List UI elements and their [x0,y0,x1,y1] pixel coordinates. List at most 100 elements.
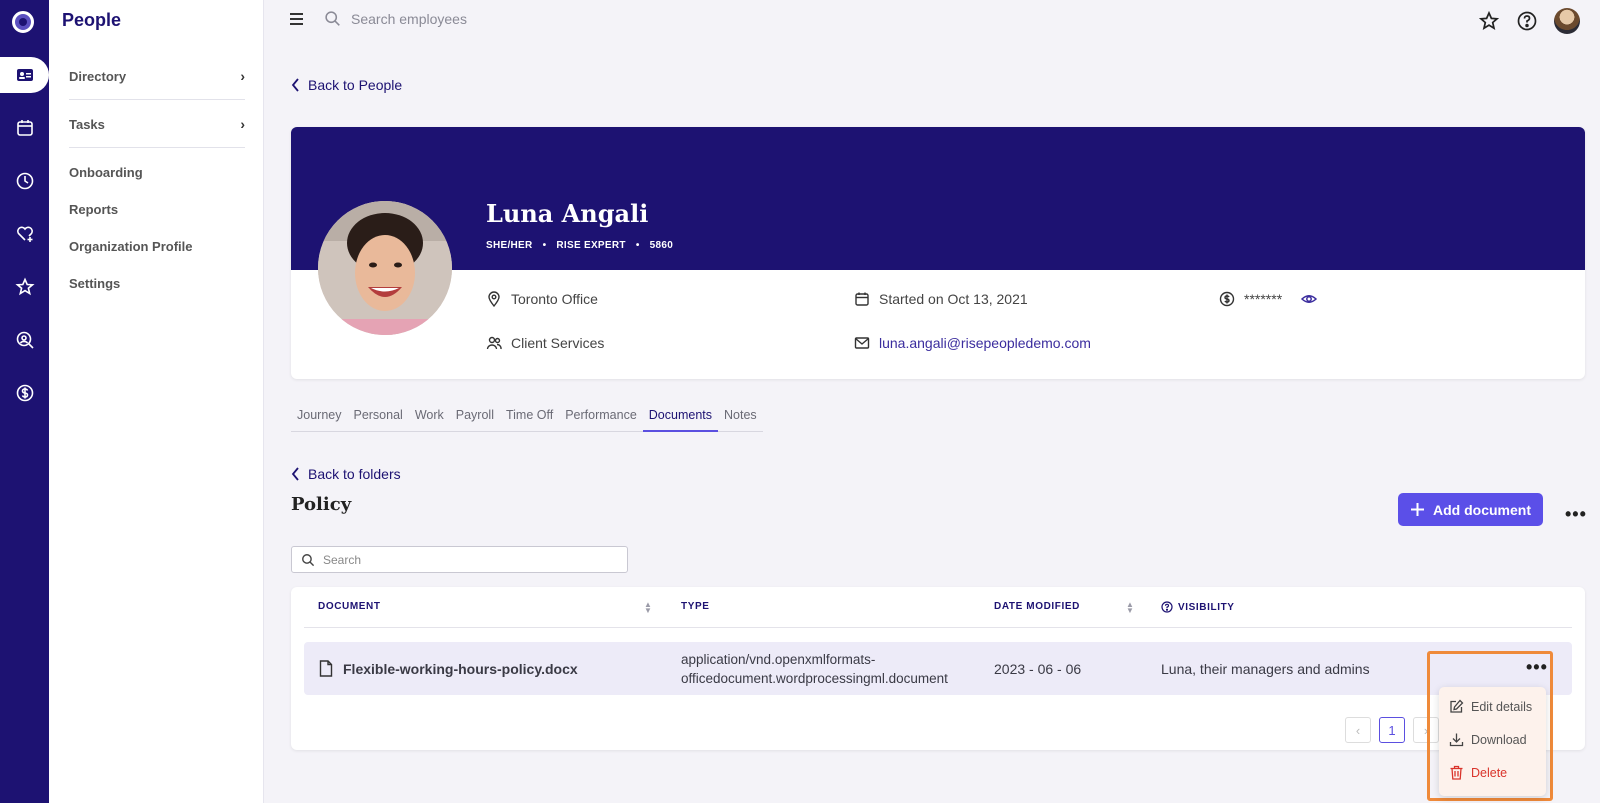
tab-payroll[interactable]: Payroll [450,404,500,431]
employee-name: Luna Angali [486,199,649,228]
document-visibility: Luna, their managers and admins [1161,661,1370,677]
email-info[interactable]: luna.angali@risepeopledemo.com [854,335,1091,351]
sidebar-item-label: Organization Profile [69,238,193,254]
employee-search[interactable]: Search employees [324,10,467,27]
sidebar-item-tasks[interactable]: Tasks › [69,104,245,144]
profile-card: Luna Angali SHE/HER • RISE EXPERT • 5860… [291,127,1585,379]
divider [304,627,1572,628]
profile-photo [318,201,452,335]
document-name[interactable]: Flexible-working-hours-policy.docx [343,661,578,677]
sidebar-item-settings[interactable]: Settings [69,263,245,303]
calendar-icon[interactable] [0,110,49,146]
help-icon[interactable] [1516,10,1538,32]
contact-card-icon[interactable] [0,57,49,93]
sidebar-item-label: Reports [69,201,119,217]
menu-item-label: Edit details [1471,699,1533,714]
sidebar-item-directory[interactable]: Directory › [69,56,245,96]
column-header-document[interactable]: DOCUMENT [318,601,381,612]
document-search[interactable]: Search [291,546,628,573]
clock-icon[interactable] [0,163,49,199]
salary-masked: ******* [1244,291,1283,307]
menu-item-download[interactable]: Download [1449,732,1527,747]
document-search-input[interactable]: Search [323,553,361,567]
sidebar-item-reports[interactable]: Reports [69,189,245,229]
heart-plus-icon[interactable] [0,216,49,252]
column-header-label: DOCUMENT [318,601,381,612]
pagination: ‹ 1 › [1345,717,1439,743]
calendar-small-icon [855,292,869,306]
question-circle-icon [1161,601,1173,613]
column-header-label: TYPE [681,601,710,612]
tab-notes[interactable]: Notes [718,404,763,431]
sidebar-item-label: Onboarding [69,164,143,180]
sidebar-item-organization-profile[interactable]: Organization Profile [69,226,245,266]
star-icon[interactable] [0,269,49,305]
logo-icon[interactable] [12,11,34,33]
divider [69,99,245,100]
dollar-icon[interactable] [0,375,49,411]
sidebar-item-label: Settings [69,275,121,291]
dollar-circle-icon [1219,291,1235,307]
menu-item-label: Delete [1471,765,1508,780]
sidebar-item-label: Tasks [69,116,105,132]
tab-journey[interactable]: Journey [291,404,347,431]
table-row[interactable]: Flexible-working-hours-policy.docx appli… [304,642,1572,695]
column-header-label: VISIBILITY [1178,601,1235,613]
pronouns: SHE/HER [486,240,533,251]
plus-icon [1411,503,1424,516]
trash-icon [1450,765,1463,780]
add-document-button[interactable]: Add document [1398,493,1543,526]
back-to-folders-link[interactable]: Back to folders [291,466,401,482]
employee-id: 5860 [649,240,674,251]
folder-more-icon[interactable]: ••• [1565,504,1587,525]
sidebar-title: People [62,10,122,30]
chevron-right-icon: › [240,116,245,132]
sort-icon[interactable]: ▲ ▼ [644,601,652,615]
eye-icon[interactable] [1301,291,1318,307]
file-icon [319,660,333,677]
row-more-icon[interactable]: ••• [1526,657,1548,678]
employee-meta: SHE/HER • RISE EXPERT • 5860 [486,240,673,251]
star-outline-icon[interactable] [1478,10,1500,32]
document-type: application/vnd.openxmlformats- officedo… [681,650,948,688]
location-info: Toronto Office [486,291,598,307]
sidebar-item-onboarding[interactable]: Onboarding [69,152,245,192]
tab-personal[interactable]: Personal [347,404,408,431]
avatar[interactable] [1554,8,1580,34]
documents-table: DOCUMENT ▲ ▼ TYPE DATE MODIFIED ▲ ▼ VISIBI… [291,587,1585,750]
department-info: Client Services [486,335,604,351]
sort-icon[interactable]: ▲ ▼ [1126,601,1134,615]
profile-tabs: Journey Personal Work Payroll Time Off P… [291,404,763,432]
sidebar-item-label: Directory [69,68,127,84]
column-header-visibility[interactable]: VISIBILITY [1161,601,1235,613]
location-icon [488,291,500,307]
job-title: RISE EXPERT [556,240,626,251]
divider [69,147,245,148]
search-input[interactable]: Search employees [351,11,467,27]
back-to-folders-label: Back to folders [308,466,401,482]
column-header-date-modified[interactable]: DATE MODIFIED [994,601,1080,612]
separator: • [635,240,640,251]
menu-item-edit-details[interactable]: Edit details [1449,699,1532,714]
add-document-label: Add document [1433,501,1531,518]
edit-icon [1450,699,1464,713]
back-to-people-label: Back to People [308,77,403,93]
column-header-label: DATE MODIFIED [994,601,1080,612]
menu-icon[interactable] [290,13,304,25]
tab-performance[interactable]: Performance [559,404,643,431]
chevron-left-icon [291,78,299,92]
back-to-people-link[interactable]: Back to People [291,77,402,93]
tab-work[interactable]: Work [409,404,450,431]
column-header-type[interactable]: TYPE [681,601,710,612]
page-button[interactable]: 1 [1379,717,1405,743]
tab-documents[interactable]: Documents [642,404,719,432]
document-type-line: application/vnd.openxmlformats- [681,652,876,667]
prev-page-button[interactable]: ‹ [1345,717,1371,743]
document-date: 2023 - 06 - 06 [994,661,1082,677]
salary-info: ******* [1219,291,1318,307]
sidebar: People Directory › Tasks › Onboarding Re… [49,0,264,803]
search-person-icon[interactable] [0,322,49,358]
email-link[interactable]: luna.angali@risepeopledemo.com [879,335,1091,351]
tab-time-off[interactable]: Time Off [500,404,559,431]
menu-item-delete[interactable]: Delete [1449,765,1507,780]
